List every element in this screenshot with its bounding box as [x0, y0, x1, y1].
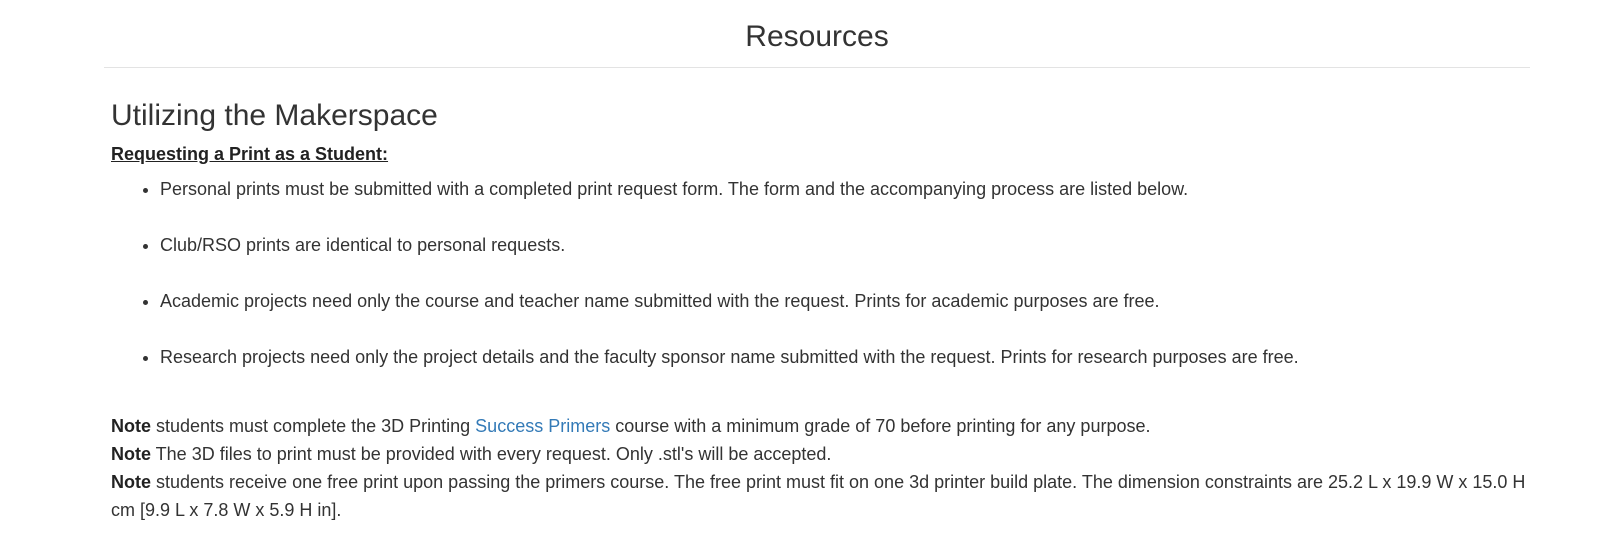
- note-text: The 3D files to print must be provided w…: [151, 444, 832, 464]
- success-primers-link[interactable]: Success Primers: [475, 416, 610, 436]
- page-header: Resources: [104, 0, 1530, 68]
- note-label: Note: [111, 472, 151, 492]
- note-free-print: Note students receive one free print upo…: [111, 468, 1531, 524]
- note-label: Note: [111, 444, 151, 464]
- note-text: course with a minimum grade of 70 before…: [610, 416, 1151, 436]
- note-text: students must complete the 3D Printing: [151, 416, 476, 436]
- note-label: Note: [111, 416, 151, 436]
- note-primers-requirement: Note students must complete the 3D Print…: [111, 412, 1531, 440]
- list-item-research-projects: Research projects need only the project …: [160, 345, 1531, 369]
- page: Resources Utilizing the Makerspace Reque…: [0, 0, 1617, 547]
- note-file-requirement: Note The 3D files to print must be provi…: [111, 440, 1531, 468]
- notes-block: Note students must complete the 3D Print…: [111, 412, 1531, 524]
- main-content: Utilizing the Makerspace Requesting a Pr…: [111, 96, 1531, 524]
- list-item-club-prints: Club/RSO prints are identical to persona…: [160, 233, 1531, 257]
- note-text: students receive one free print upon pas…: [111, 472, 1526, 520]
- list-item-personal-prints: Personal prints must be submitted with a…: [160, 177, 1531, 201]
- page-title: Resources: [745, 20, 889, 53]
- list-item-academic-projects: Academic projects need only the course a…: [160, 289, 1531, 313]
- section-title: Utilizing the Makerspace: [111, 99, 438, 132]
- subheading-requesting-print: Requesting a Print as a Student:: [111, 144, 389, 164]
- requirements-list: Personal prints must be submitted with a…: [111, 177, 1531, 369]
